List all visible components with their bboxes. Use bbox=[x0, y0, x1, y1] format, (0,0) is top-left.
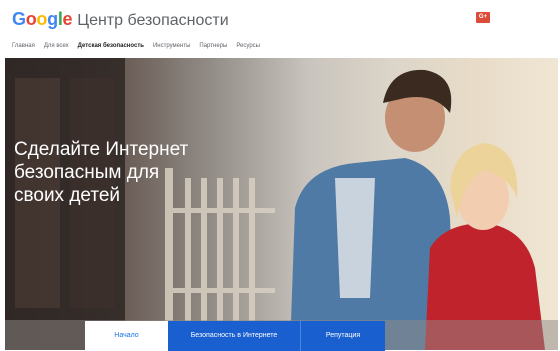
hero-banner: Сделайте Интернет безопасным для своих д… bbox=[5, 58, 558, 350]
logo-letter: g bbox=[47, 9, 58, 29]
tab-internet-safety[interactable]: Безопасность в Интернете bbox=[168, 321, 301, 351]
hero-headline: Сделайте Интернет безопасным для своих д… bbox=[14, 139, 189, 206]
site-title: Центр безопасности bbox=[77, 12, 229, 29]
tab-start[interactable]: Начало bbox=[85, 321, 168, 351]
logo-letter: o bbox=[36, 9, 48, 29]
google-logo[interactable]: G o o g l e bbox=[12, 9, 73, 30]
site-header: G o o g l e Центр безопасности G+ bbox=[0, 0, 560, 38]
google-plus-icon[interactable]: G+ bbox=[476, 12, 490, 23]
nav-item-tools[interactable]: Инструменты bbox=[153, 43, 190, 49]
tab-reputation[interactable]: Репутация bbox=[301, 321, 385, 351]
nav-item-for-everyone[interactable]: Для всех bbox=[44, 43, 69, 49]
logo-letter: G bbox=[12, 9, 26, 29]
brand[interactable]: G o o g l e Центр безопасности bbox=[12, 9, 229, 30]
nav-item-home[interactable]: Главная bbox=[12, 43, 35, 49]
section-tabs: Начало Безопасность в Интернете Репутаци… bbox=[5, 321, 558, 351]
nav-item-resources[interactable]: Ресурсы bbox=[236, 43, 260, 49]
logo-letter: o bbox=[25, 9, 37, 29]
logo-letter: e bbox=[62, 9, 73, 29]
main-nav: Главная Для всех Детская безопасность Ин… bbox=[12, 43, 260, 49]
nav-item-partners[interactable]: Партнеры bbox=[199, 43, 227, 49]
nav-item-child-safety[interactable]: Детская безопасность bbox=[78, 43, 144, 49]
